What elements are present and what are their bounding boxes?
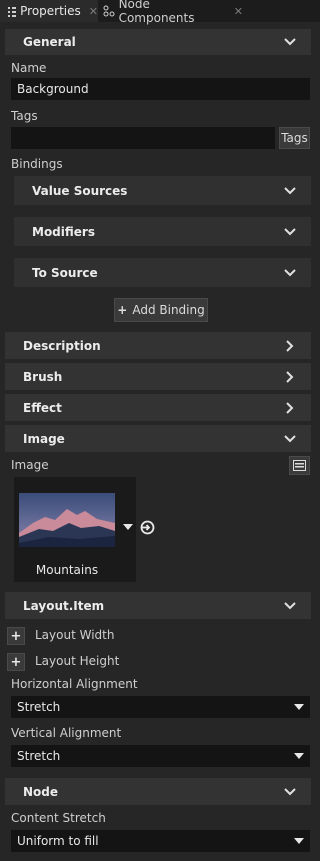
image-browser-icon [293,460,306,471]
asset-dropdown-icon[interactable] [123,524,133,530]
horizontal-alignment-label: Horizontal Alignment [11,677,138,691]
section-title: General [23,35,76,49]
section-title: Effect [23,400,62,415]
add-layout-width-button[interactable]: + [7,627,25,645]
chevron-down-icon [284,186,296,194]
chevron-down-icon [284,601,296,609]
dropdown-arrow-icon [294,753,304,759]
section-effect[interactable]: Effect [5,394,311,421]
section-image[interactable]: Image [5,425,311,452]
section-title: Layout.Item [23,598,105,613]
section-title: To Source [32,265,98,280]
image-label: Image [11,458,49,472]
mountains-thumbnail [19,493,115,547]
section-modifiers[interactable]: Modifiers [14,217,311,246]
section-to-source[interactable]: To Source [14,258,311,287]
go-to-asset-icon[interactable] [140,520,155,535]
content-stretch-label: Content Stretch [11,811,106,825]
section-layout-item[interactable]: Layout.Item [5,592,311,619]
dropdown-arrow-icon [294,704,304,710]
content-stretch-dropdown[interactable]: Uniform to fill [11,830,310,852]
vertical-alignment-label: Vertical Alignment [11,726,122,740]
add-binding-label: Add Binding [132,303,205,317]
chevron-right-icon [286,339,294,352]
bindings-label: Bindings [11,157,63,171]
content-stretch-value: Uniform to fill [17,834,99,848]
section-title: Modifiers [32,224,95,239]
dropdown-arrow-icon [294,838,304,844]
tags-field[interactable] [11,127,275,149]
section-title: Brush [23,369,63,384]
chevron-down-icon [284,434,296,442]
section-title: Image [23,431,65,446]
section-title: Value Sources [32,183,128,198]
layout-width-label: Layout Width [35,628,115,642]
add-binding-button[interactable]: + Add Binding [114,298,208,322]
tab-properties[interactable]: Properties ✕ [0,0,98,22]
chevron-down-icon [284,268,296,276]
vertical-alignment-dropdown[interactable]: Stretch [11,745,310,767]
vertical-alignment-value: Stretch [17,749,61,763]
chevron-right-icon [286,370,294,383]
image-asset-tile[interactable]: Mountains [14,477,136,582]
section-general[interactable]: General [5,29,311,55]
close-icon[interactable]: ✕ [89,5,98,18]
properties-icon [8,6,17,17]
chevron-down-icon [284,227,296,235]
chevron-down-icon [284,38,296,46]
horizontal-alignment-value: Stretch [17,700,61,714]
tab-properties-label: Properties [20,4,81,18]
tab-node-components[interactable]: Node Components ✕ [103,0,243,25]
browse-asset-button[interactable] [289,456,310,475]
section-description[interactable]: Description [5,332,311,359]
tags-button[interactable]: Tags [279,127,310,149]
name-label: Name [11,61,47,75]
name-field[interactable]: Background [11,78,310,100]
tags-label: Tags [11,109,38,123]
plus-icon: + [117,303,128,317]
layout-height-label: Layout Height [35,654,120,668]
chevron-right-icon [286,401,294,414]
section-title: Node [23,784,59,799]
tab-node-components-label: Node Components [118,0,195,25]
section-value-sources[interactable]: Value Sources [14,176,311,205]
add-layout-height-button[interactable]: + [7,653,25,671]
chevron-down-icon [284,787,296,795]
image-asset-name: Mountains [35,563,99,577]
close-icon[interactable]: ✕ [234,5,243,18]
section-node[interactable]: Node [5,778,311,805]
horizontal-alignment-dropdown[interactable]: Stretch [11,696,310,718]
section-title: Description [23,338,101,353]
node-components-icon [103,5,115,17]
section-brush[interactable]: Brush [5,363,311,390]
